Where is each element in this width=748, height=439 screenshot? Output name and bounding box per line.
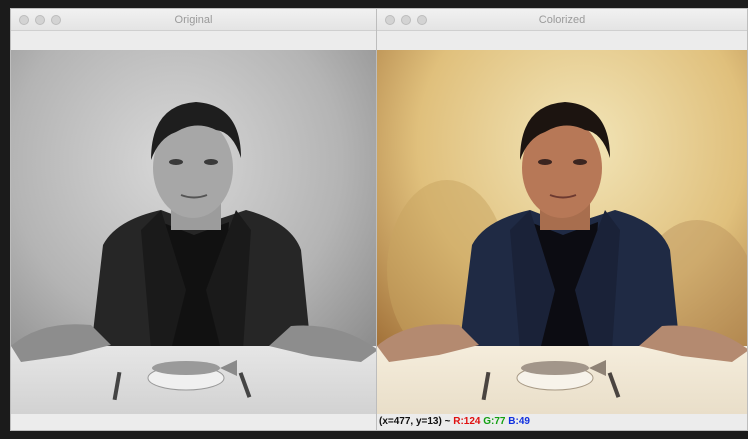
- desktop: Original Colorized (x=477, y=13) ~ R:124…: [0, 0, 748, 439]
- original-window: Original: [10, 8, 377, 431]
- colorized-window: Colorized (x=477, y=13) ~ R:124 G:77 B:4…: [376, 8, 748, 431]
- colorized-photo: [377, 50, 747, 424]
- original-photo: [11, 50, 376, 424]
- pixel-blue-value: B:49: [508, 416, 530, 427]
- original-image[interactable]: [11, 50, 376, 424]
- pixel-green-value: G:77: [483, 416, 506, 427]
- original-statusbar: [11, 414, 376, 430]
- colorized-statusbar: (x=477, y=13) ~ R:124 G:77 B:49: [377, 414, 747, 430]
- pixel-coordinates: (x=477, y=13) ~: [379, 416, 451, 427]
- toolbar-strip: [377, 31, 747, 50]
- pixel-red-value: R:124: [453, 416, 481, 427]
- window-title: Original: [174, 14, 213, 26]
- colorized-image[interactable]: [377, 50, 747, 424]
- window-title: Colorized: [538, 14, 586, 26]
- toolbar-strip: [11, 31, 376, 50]
- colorized-titlebar[interactable]: Colorized: [377, 9, 747, 31]
- original-titlebar[interactable]: Original: [11, 9, 376, 31]
